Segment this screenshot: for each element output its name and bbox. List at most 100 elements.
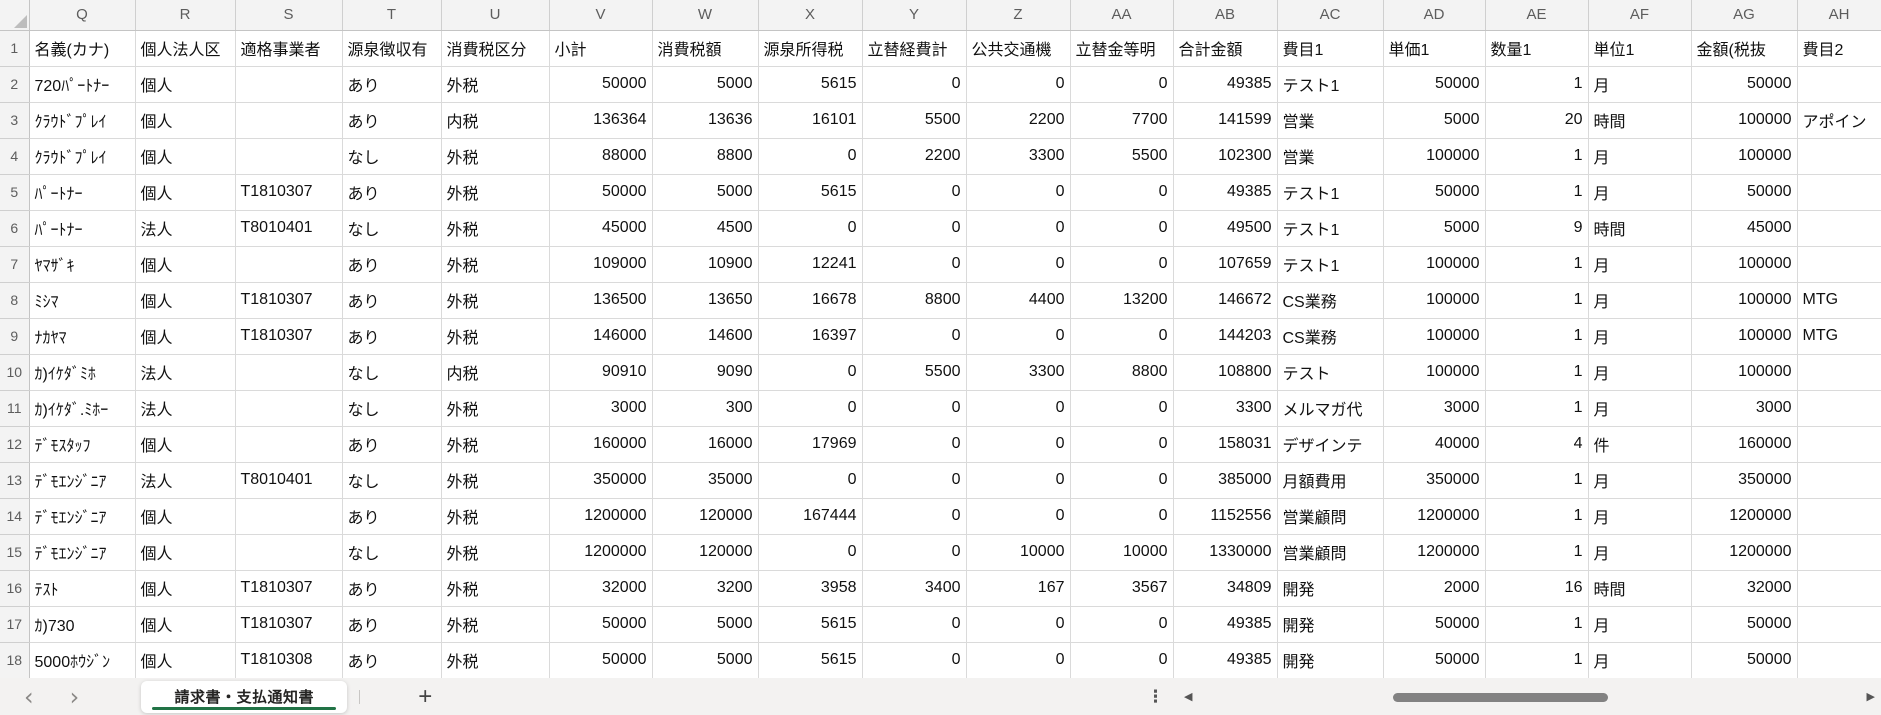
cell-S18[interactable]: T1810308 (235, 642, 343, 678)
cell-X14[interactable]: 167444 (758, 498, 863, 535)
cell-W1[interactable]: 消費税額 (652, 30, 759, 67)
cell-AC16[interactable]: 開発 (1277, 570, 1384, 607)
cell-Z10[interactable]: 3300 (966, 354, 1071, 391)
cell-R13[interactable]: 法人 (135, 462, 236, 499)
cell-X5[interactable]: 5615 (758, 174, 863, 211)
column-header-Q[interactable]: Q (29, 0, 136, 31)
cell-T11[interactable]: なし (342, 390, 442, 427)
cell-X6[interactable]: 0 (758, 210, 863, 247)
cell-Q5[interactable]: ﾊﾟｰﾄﾅｰ (29, 174, 136, 211)
cell-AE5[interactable]: 1 (1485, 174, 1589, 211)
cell-AD1[interactable]: 単価1 (1383, 30, 1486, 67)
cell-T8[interactable]: あり (342, 282, 442, 319)
cell-AG2[interactable]: 50000 (1691, 66, 1798, 103)
cell-AE7[interactable]: 1 (1485, 246, 1589, 283)
column-header-V[interactable]: V (549, 0, 653, 31)
select-all-corner[interactable] (0, 0, 30, 31)
cell-Y14[interactable]: 0 (862, 498, 967, 535)
cell-Z14[interactable]: 0 (966, 498, 1071, 535)
cell-AE18[interactable]: 1 (1485, 642, 1589, 678)
cell-R8[interactable]: 個人 (135, 282, 236, 319)
cell-S15[interactable] (235, 534, 343, 571)
cell-AG10[interactable]: 100000 (1691, 354, 1798, 391)
cell-AH1[interactable]: 費目2 (1797, 30, 1881, 67)
cell-Q18[interactable]: 5000ﾎｳｼﾞﾝ (29, 642, 136, 678)
cell-R14[interactable]: 個人 (135, 498, 236, 535)
cell-U4[interactable]: 外税 (441, 138, 550, 175)
cell-AD8[interactable]: 100000 (1383, 282, 1486, 319)
cell-T15[interactable]: なし (342, 534, 442, 571)
cell-R18[interactable]: 個人 (135, 642, 236, 678)
cell-Y13[interactable]: 0 (862, 462, 967, 499)
cell-AA6[interactable]: 0 (1070, 210, 1174, 247)
cell-Z1[interactable]: 公共交通機 (966, 30, 1071, 67)
column-header-AA[interactable]: AA (1070, 0, 1174, 31)
cell-S6[interactable]: T8010401 (235, 210, 343, 247)
cell-X13[interactable]: 0 (758, 462, 863, 499)
cell-W5[interactable]: 5000 (652, 174, 759, 211)
cell-AH7[interactable] (1797, 246, 1881, 283)
cell-AF13[interactable]: 月 (1588, 462, 1692, 499)
cell-AF14[interactable]: 月 (1588, 498, 1692, 535)
cell-AG18[interactable]: 50000 (1691, 642, 1798, 678)
cell-AF4[interactable]: 月 (1588, 138, 1692, 175)
cell-Z9[interactable]: 0 (966, 318, 1071, 355)
cell-T6[interactable]: なし (342, 210, 442, 247)
cell-AG15[interactable]: 1200000 (1691, 534, 1798, 571)
cell-S3[interactable] (235, 102, 343, 139)
cell-U16[interactable]: 外税 (441, 570, 550, 607)
cell-Y18[interactable]: 0 (862, 642, 967, 678)
cell-AA9[interactable]: 0 (1070, 318, 1174, 355)
cell-AH11[interactable] (1797, 390, 1881, 427)
cell-AD2[interactable]: 50000 (1383, 66, 1486, 103)
cell-AC13[interactable]: 月額費用 (1277, 462, 1384, 499)
cell-AD3[interactable]: 5000 (1383, 102, 1486, 139)
cell-R1[interactable]: 個人法人区 (135, 30, 236, 67)
cell-AH16[interactable] (1797, 570, 1881, 607)
sheet-nav-prev-icon[interactable]: ‹ (20, 685, 38, 709)
cell-AE8[interactable]: 1 (1485, 282, 1589, 319)
cell-V2[interactable]: 50000 (549, 66, 653, 103)
cell-S7[interactable] (235, 246, 343, 283)
cell-R4[interactable]: 個人 (135, 138, 236, 175)
cell-W4[interactable]: 8800 (652, 138, 759, 175)
cell-W6[interactable]: 4500 (652, 210, 759, 247)
cell-AD15[interactable]: 1200000 (1383, 534, 1486, 571)
row-header-13[interactable]: 13 (0, 462, 30, 499)
cell-AA10[interactable]: 8800 (1070, 354, 1174, 391)
cell-S8[interactable]: T1810307 (235, 282, 343, 319)
cell-AH5[interactable] (1797, 174, 1881, 211)
cell-V1[interactable]: 小計 (549, 30, 653, 67)
cell-X9[interactable]: 16397 (758, 318, 863, 355)
row-header-6[interactable]: 6 (0, 210, 30, 247)
cell-AC6[interactable]: テスト1 (1277, 210, 1384, 247)
cell-W16[interactable]: 3200 (652, 570, 759, 607)
cell-AD13[interactable]: 350000 (1383, 462, 1486, 499)
cell-AA14[interactable]: 0 (1070, 498, 1174, 535)
column-header-R[interactable]: R (135, 0, 236, 31)
cell-W13[interactable]: 35000 (652, 462, 759, 499)
cell-Q9[interactable]: ﾅｶﾔﾏ (29, 318, 136, 355)
cell-AE3[interactable]: 20 (1485, 102, 1589, 139)
cell-T17[interactable]: あり (342, 606, 442, 643)
cell-U14[interactable]: 外税 (441, 498, 550, 535)
cell-AG16[interactable]: 32000 (1691, 570, 1798, 607)
cell-AA8[interactable]: 13200 (1070, 282, 1174, 319)
sheet-tab-active[interactable]: 請求書・支払通知書 (141, 680, 348, 713)
cell-S1[interactable]: 適格事業者 (235, 30, 343, 67)
cell-X11[interactable]: 0 (758, 390, 863, 427)
cell-X16[interactable]: 3958 (758, 570, 863, 607)
cell-AA13[interactable]: 0 (1070, 462, 1174, 499)
cell-AE9[interactable]: 1 (1485, 318, 1589, 355)
cell-Y3[interactable]: 5500 (862, 102, 967, 139)
cell-Q2[interactable]: 720ﾊﾟｰﾄﾅｰ (29, 66, 136, 103)
cell-AC12[interactable]: デザインテ (1277, 426, 1384, 463)
cell-U8[interactable]: 外税 (441, 282, 550, 319)
cell-Q13[interactable]: ﾃﾞﾓｴﾝｼﾞﾆｱ (29, 462, 136, 499)
cell-AB6[interactable]: 49500 (1173, 210, 1278, 247)
row-header-4[interactable]: 4 (0, 138, 30, 175)
cell-Q7[interactable]: ﾔﾏｻﾞｷ (29, 246, 136, 283)
cell-T16[interactable]: あり (342, 570, 442, 607)
cell-AB14[interactable]: 1152556 (1173, 498, 1278, 535)
cell-AB4[interactable]: 102300 (1173, 138, 1278, 175)
